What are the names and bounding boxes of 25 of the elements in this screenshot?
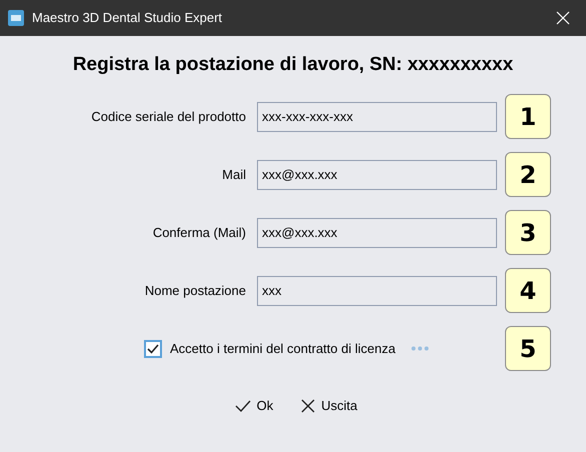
input-field[interactable]: xxx@xxx.xxx [257,160,497,190]
input-field[interactable]: xxx-xxx-xxx-xxx [257,102,497,132]
check-icon [234,398,251,413]
exit-button[interactable]: Uscita [297,393,362,418]
input-field[interactable]: xxx [257,276,497,306]
ok-button[interactable]: Ok [230,393,278,418]
step-number: 5 [505,326,551,371]
field-label: Mail [222,166,246,184]
check-icon [147,344,159,354]
step-number: 3 [505,210,551,255]
app-logo-icon [8,10,24,26]
field-label: Codice seriale del prodotto [91,108,246,126]
step-number: 1 [505,94,551,139]
field-label: Conferma (Mail) [152,224,246,242]
dialog-heading: Registra la postazione di lavoro, SN: xxxxxxxxxx [72,53,514,77]
close-icon [556,11,570,25]
step-number: 2 [505,152,551,197]
license-checkbox[interactable] [144,340,162,358]
field-label: Nome postazione [144,282,246,300]
step-number: 4 [505,268,551,313]
input-field[interactable]: xxx@xxx.xxx [257,218,497,248]
more-icon [411,346,430,351]
checkbox-label: Accetto i termini del contratto di licenza [170,340,396,358]
window-title: Maestro 3D Dental Studio Expert [32,9,222,28]
close-icon [301,398,316,413]
